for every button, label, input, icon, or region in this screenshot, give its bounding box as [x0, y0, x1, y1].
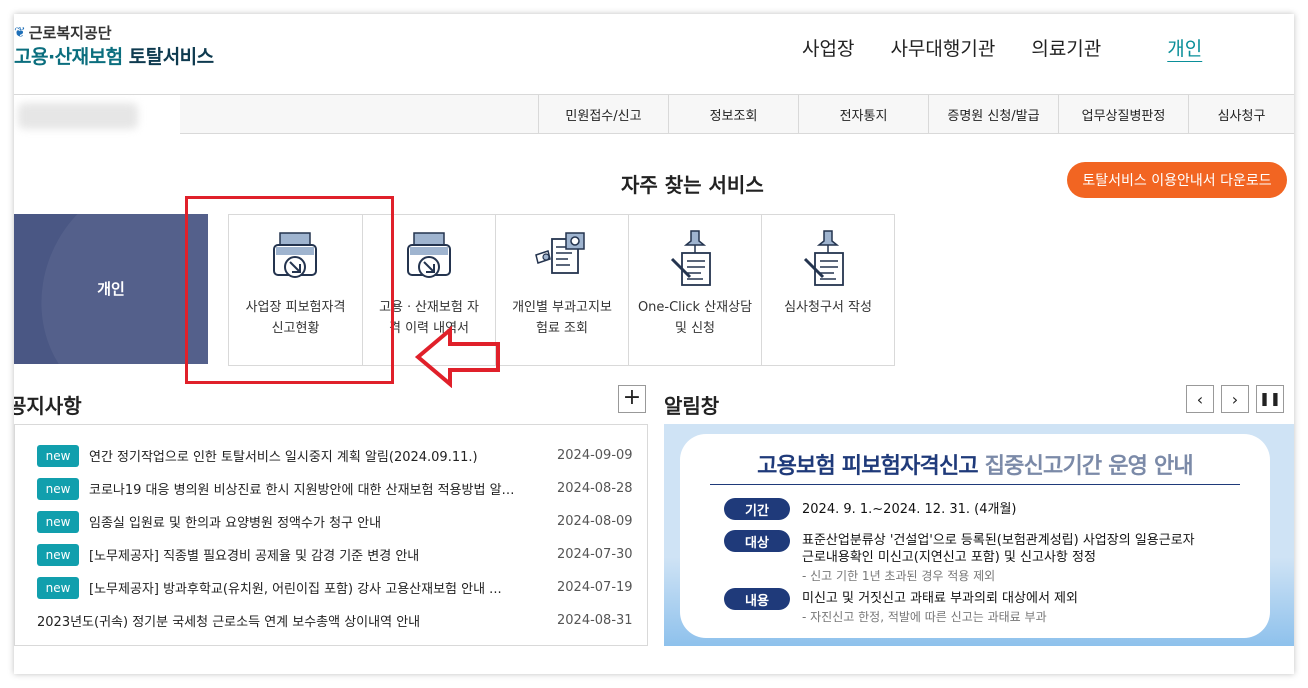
nav-personal[interactable]: 개인: [1167, 34, 1202, 61]
new-badge: new: [37, 477, 79, 500]
highlight-box: [185, 196, 394, 384]
personal-label: 개인: [97, 280, 125, 298]
submenu-e-notice[interactable]: 전자통지: [798, 95, 928, 133]
notice-item[interactable]: new 코로나19 대응 병의원 비상진료 한시 지원방안에 대한 산재보험 적…: [15, 472, 647, 505]
new-badge: new: [37, 510, 79, 533]
service-label-line1: 고용ㆍ산재보험 자: [379, 300, 479, 315]
notice-date: 2024-08-28: [557, 481, 633, 496]
banner-title: 고용보험 피보험자격신고 집중신고기간 운영 안내: [680, 448, 1270, 480]
new-badge: new: [37, 543, 79, 566]
submenu-info-lookup[interactable]: 정보조회: [668, 95, 798, 133]
submenu-civil-request[interactable]: 민원접수/신고: [538, 95, 668, 133]
nav-medical[interactable]: 의료기관: [1031, 34, 1101, 61]
notice-item[interactable]: new 임종실 입원료 및 한의과 요양병원 정액수가 청구 안내 2024-0…: [15, 505, 647, 538]
new-badge: new: [37, 576, 79, 599]
blurred-content: [18, 103, 138, 129]
chevron-left-icon: ‹: [1196, 389, 1204, 409]
target-subtext: - 신고 기한 1년 초과된 경우 적용 제외: [802, 569, 996, 583]
notice-more-button[interactable]: +: [618, 385, 646, 413]
personal-category-banner: 개인: [14, 214, 208, 364]
notice-item[interactable]: new [노무제공자] 방과후학교(유치원, 어린이집 포함) 강사 고용산재보…: [15, 571, 647, 604]
service-label-line2: 및 신청: [674, 321, 715, 336]
alert-title: 알림창: [664, 394, 720, 418]
sub-menu-bar: 민원접수/신고 정보조회 전자통지 증명원 신청/발급 업무상질병판정 심사청구: [14, 94, 1294, 135]
frequent-title-text: 자주 찾는 서비스: [621, 173, 764, 197]
printer-arrow-icon: [407, 232, 451, 278]
tag-target: 대상: [724, 530, 790, 552]
service-label-line1: 개인별 부과고지보: [512, 300, 612, 315]
tag-content: 내용: [724, 588, 790, 610]
notice-text[interactable]: 임종실 입원료 및 한의과 요양병원 정액수가 청구 안내: [89, 512, 521, 531]
notice-item[interactable]: 2023년도(귀속) 정기분 국세청 근로소득 연계 보수총액 상이내역 안내 …: [15, 604, 647, 637]
document-search-icon: [535, 232, 585, 274]
download-guide-button[interactable]: 토탈서비스 이용안내서 다운로드: [1067, 162, 1287, 198]
pause-icon: ❚❚: [1259, 391, 1281, 407]
logo-leaf-icon: ❦: [14, 24, 26, 41]
service-label-line1: One-Click 산재상담: [637, 300, 753, 315]
notice-text[interactable]: [노무제공자] 방과후학교(유치원, 어린이집 포함) 강사 고용산재보험 안내…: [89, 578, 521, 597]
service-label: 개인별 부과고지보험료 조회: [500, 297, 624, 339]
top-nav: 사업장 사무대행기관 의료기관 개인: [802, 34, 1202, 61]
pointer-arrow-icon: [414, 326, 500, 388]
submenu-certificate[interactable]: 증명원 신청/발급: [928, 95, 1058, 133]
target-text-2: 근로내용확인 미신고(지연신고 포함) 및 신고사항 정정: [802, 550, 1096, 565]
document-pen-icon: [803, 230, 844, 286]
notice-date: 2024-09-09: [557, 448, 633, 463]
content-subtext: - 자진신고 한정, 적발에 따른 신고는 과태료 부과: [802, 610, 1047, 624]
page-frame: ❦ 근로복지공단 고용·산재보험 토탈서비스 사업장 사무대행기관 의료기관 개…: [14, 14, 1294, 674]
alert-banner[interactable]: 고용보험 피보험자격신고 집중신고기간 운영 안내 기간 2024. 9. 1.…: [664, 424, 1294, 646]
notice-date: 2024-08-09: [557, 514, 633, 529]
notice-text[interactable]: 연간 정기작업으로 인한 토탈서비스 일시중지 계획 알림(2024.09.11…: [89, 446, 521, 465]
org-name[interactable]: ❦ 근로복지공단: [14, 22, 112, 43]
nav-workplace[interactable]: 사업장: [802, 34, 854, 61]
notice-date: 2024-07-19: [557, 580, 633, 595]
notice-date: 2024-08-31: [557, 613, 633, 628]
content-text: 미신고 및 거짓신고 과태료 부과의뢰 대상에서 제외: [802, 591, 1078, 606]
notice-text[interactable]: [노무제공자] 직종별 필요경비 공제율 및 감경 기준 변경 안내: [89, 545, 521, 564]
sub-menu: 민원접수/신고 정보조회 전자통지 증명원 신청/발급 업무상질병판정 심사청구: [538, 95, 1294, 133]
notice-list: new 연간 정기작업으로 인한 토탈서비스 일시중지 계획 알림(2024.0…: [14, 424, 648, 646]
notice-title: 공지사항: [14, 394, 82, 418]
next-button[interactable]: ›: [1221, 385, 1249, 413]
submenu-review-request[interactable]: 심사청구: [1188, 95, 1294, 133]
submenu-disease-judgment[interactable]: 업무상질병판정: [1058, 95, 1188, 133]
blurred-area: [14, 95, 180, 135]
nav-agency[interactable]: 사무대행기관: [890, 34, 995, 61]
service-card-premium-lookup[interactable]: 개인별 부과고지보험료 조회: [495, 215, 628, 365]
service-card-one-click[interactable]: One-Click 산재상담및 신청: [628, 215, 761, 365]
banner-divider: [710, 484, 1240, 485]
target-text-1: 표준산업분류상 '건설업'으로 등록된(보험관계성립) 사업장의 일용근로자: [802, 533, 1195, 548]
brand-part2: 토탈서비스: [128, 46, 214, 68]
tag-period: 기간: [724, 498, 790, 520]
pause-button[interactable]: ❚❚: [1256, 385, 1284, 413]
notice-text[interactable]: 2023년도(귀속) 정기분 국세청 근로소득 연계 보수총액 상이내역 안내: [37, 611, 521, 630]
service-label-line1: 심사청구서 작성: [784, 300, 872, 315]
notice-text[interactable]: 코로나19 대응 병의원 비상진료 한시 지원방안에 대한 산재보험 적용방법 …: [89, 479, 521, 498]
banner-title-a: 고용보험 피보험자격신고: [757, 454, 979, 479]
notice-item[interactable]: new 연간 정기작업으로 인한 토탈서비스 일시중지 계획 알림(2024.0…: [15, 439, 647, 472]
service-label: One-Click 산재상담및 신청: [633, 297, 757, 339]
brand-part1: 고용·산재보험: [14, 46, 123, 68]
service-label: 심사청구서 작성: [766, 297, 890, 318]
notice-date: 2024-07-30: [557, 547, 633, 562]
document-pen-icon: [670, 230, 711, 286]
prev-button[interactable]: ‹: [1186, 385, 1214, 413]
period-text: 2024. 9. 1.~2024. 12. 31. (4개월): [802, 502, 1017, 517]
service-card-review-claim[interactable]: 심사청구서 작성: [761, 215, 894, 365]
org-name-text: 근로복지공단: [28, 24, 112, 42]
notice-item[interactable]: new [노무제공자] 직종별 필요경비 공제율 및 감경 기준 변경 안내 2…: [15, 538, 647, 571]
new-badge: new: [37, 444, 79, 467]
service-label-line2: 험료 조회: [536, 321, 588, 336]
banner-card: 고용보험 피보험자격신고 집중신고기간 운영 안내 기간 2024. 9. 1.…: [680, 434, 1270, 638]
banner-title-b: 집중신고기간 운영 안내: [984, 454, 1194, 479]
site-logo[interactable]: 고용·산재보험 토탈서비스: [14, 42, 214, 69]
chevron-right-icon: ›: [1231, 389, 1239, 409]
